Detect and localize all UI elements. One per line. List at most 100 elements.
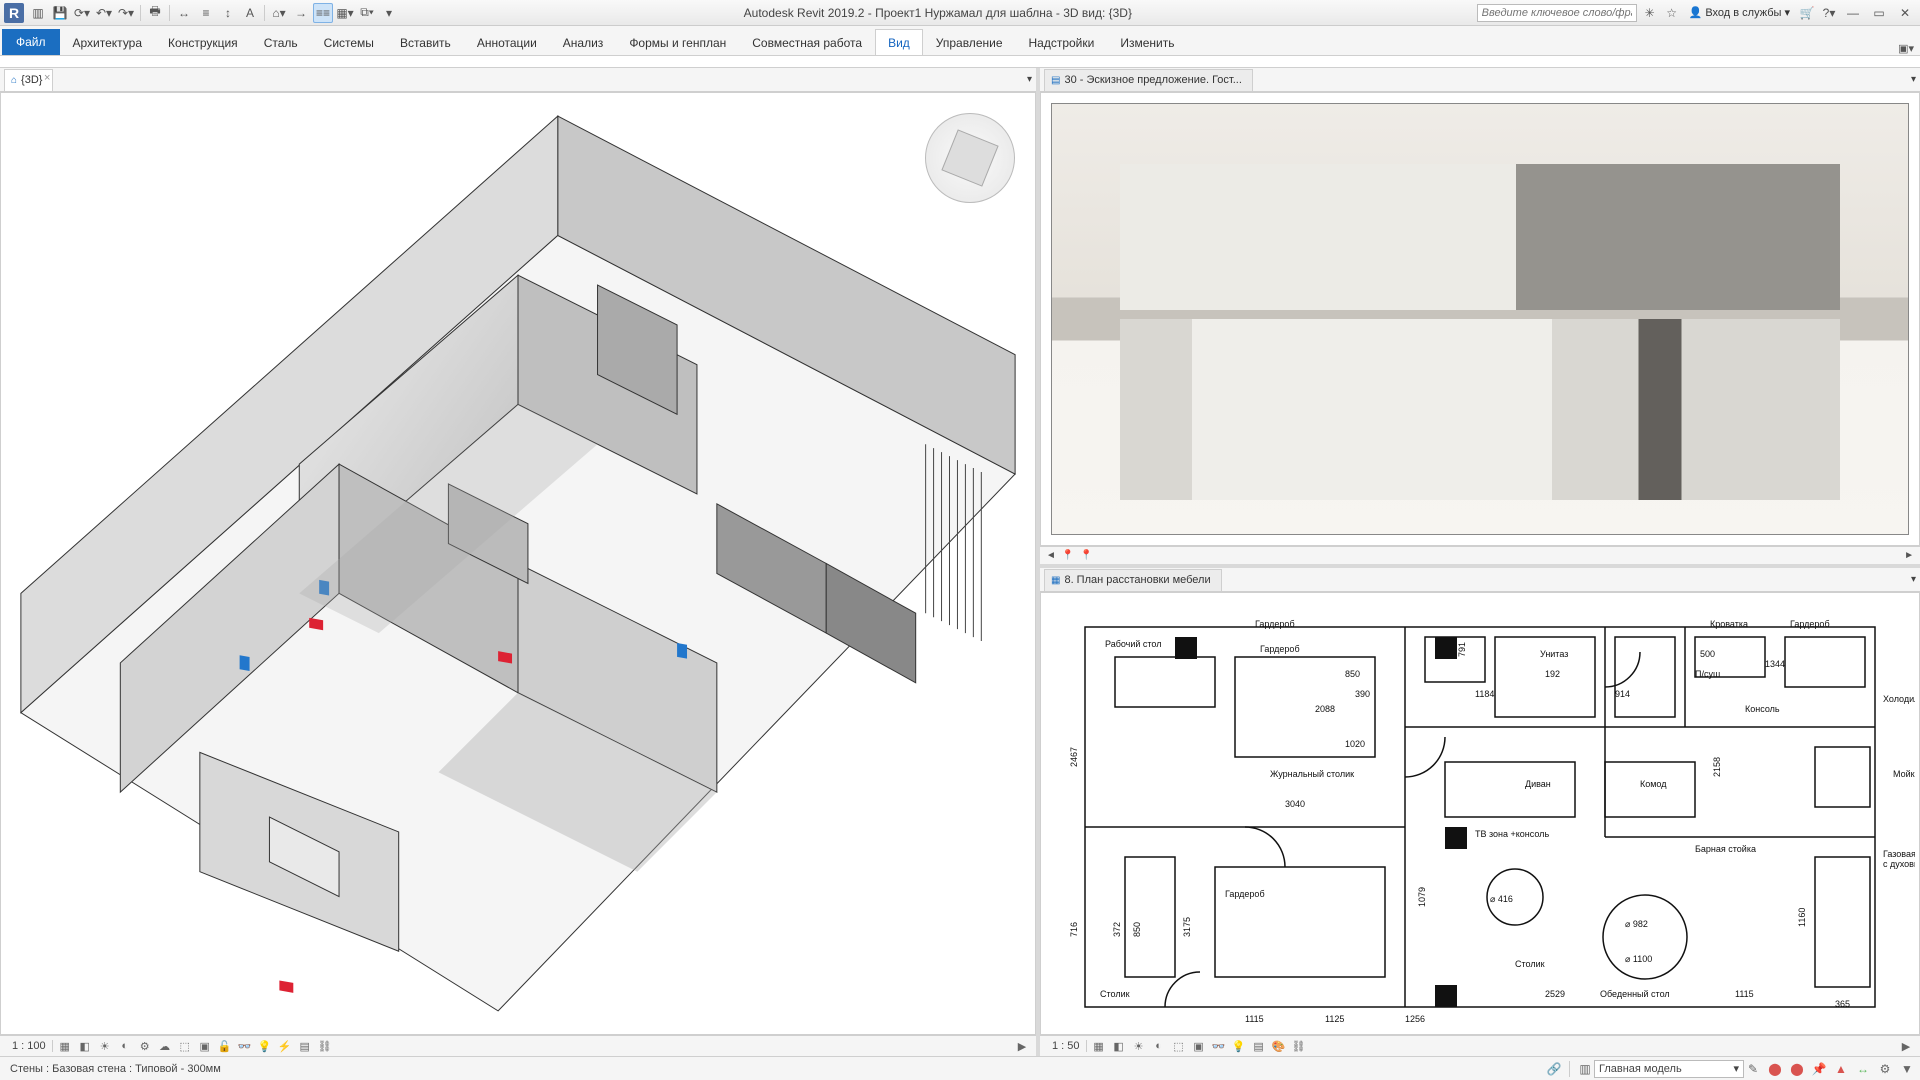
qat-align-icon[interactable]: ≡ <box>196 3 216 23</box>
analytical-icon[interactable]: ⚡ <box>277 1038 293 1054</box>
help-icon[interactable]: ?▾ <box>1820 4 1838 22</box>
exchange-apps-icon[interactable]: 🛒 <box>1798 4 1816 22</box>
ribbon-tab-systems[interactable]: Системы <box>311 29 387 55</box>
minimize-button[interactable]: — <box>1842 4 1864 22</box>
view-tab-3d[interactable]: ⌂ {3D} × <box>4 69 53 91</box>
ribbon-tab-collaborate[interactable]: Совместная работа <box>739 29 875 55</box>
nav-left-icon[interactable]: ◄ <box>1046 550 1056 561</box>
svg-text:192: 192 <box>1545 669 1560 679</box>
restore-button[interactable]: ▭ <box>1868 4 1890 22</box>
qat-redo-icon[interactable]: ↷▾ <box>116 3 136 23</box>
scroll-right-icon[interactable]: ▶ <box>1898 1038 1914 1054</box>
qat-default3d-icon[interactable]: ⌂▾ <box>269 3 289 23</box>
qat-dimension-icon[interactable]: ↕ <box>218 3 238 23</box>
panel-menu-icon[interactable]: ▾ <box>1911 574 1916 585</box>
render-dialog-icon[interactable]: ⚙ <box>137 1038 153 1054</box>
viewport-render[interactable] <box>1040 92 1920 546</box>
reveal-hidden-icon[interactable]: 💡 <box>1231 1038 1247 1054</box>
shadows-icon[interactable]: ◐ <box>1151 1038 1167 1054</box>
qat-thin-lines-icon[interactable]: ≡≡ <box>313 3 333 23</box>
qat-undo-icon[interactable]: ↶▾ <box>94 3 114 23</box>
select-links-icon[interactable]: 🔗 <box>1545 1060 1563 1078</box>
nav-marker-icon[interactable]: 📍 <box>1062 550 1074 561</box>
sun-path-icon[interactable]: ☀ <box>97 1038 113 1054</box>
svg-text:⌀ 1100: ⌀ 1100 <box>1625 954 1652 964</box>
view-scale[interactable]: 1 : 50 <box>1046 1040 1087 1052</box>
ribbon-tab-modify[interactable]: Изменить <box>1107 29 1187 55</box>
view-scale[interactable]: 1 : 100 <box>6 1040 53 1052</box>
reveal-constraints-icon[interactable]: ⛓ <box>317 1038 333 1054</box>
qat-switch-window-icon[interactable]: ⧉▾ <box>357 3 377 23</box>
search-input[interactable] <box>1477 4 1637 22</box>
shadows-icon[interactable]: ◐ <box>117 1038 133 1054</box>
detail-level-icon[interactable]: ▦ <box>57 1038 73 1054</box>
ribbon-tab-addins[interactable]: Надстройки <box>1016 29 1108 55</box>
view-tab-render-sheet[interactable]: ▤ 30 - Эскизное предложение. Гост... <box>1044 69 1253 91</box>
file-tab[interactable]: Файл <box>2 29 60 55</box>
crop-region-icon[interactable]: ▣ <box>1191 1038 1207 1054</box>
svg-text:390: 390 <box>1355 689 1370 699</box>
worksharing-display-icon[interactable]: ▤ <box>297 1038 313 1054</box>
viewport-3d[interactable] <box>0 92 1036 1035</box>
qat-customize-icon[interactable]: ▾ <box>379 3 399 23</box>
crop-view-icon[interactable]: ⬚ <box>177 1038 193 1054</box>
ribbon-tab-structure[interactable]: Конструкция <box>155 29 251 55</box>
select-pinned-icon[interactable]: 📌 <box>1810 1060 1828 1078</box>
panel-menu-icon[interactable]: ▾ <box>1911 74 1916 85</box>
color-fill-icon[interactable]: 🎨 <box>1271 1038 1287 1054</box>
favorite-icon[interactable]: ☆ <box>1663 4 1681 22</box>
infocenter-icon[interactable]: ✳ <box>1641 4 1659 22</box>
nav-right-icon[interactable]: ► <box>1904 550 1914 561</box>
detail-level-icon[interactable]: ▦ <box>1091 1038 1107 1054</box>
qat-open-icon[interactable]: ▥ <box>28 3 48 23</box>
temp-hide-icon[interactable]: 👓 <box>1211 1038 1227 1054</box>
temp-hide-icon[interactable]: 👓 <box>237 1038 253 1054</box>
ribbon-tab-steel[interactable]: Сталь <box>251 29 311 55</box>
qat-sync-icon[interactable]: ⟳▾ <box>72 3 92 23</box>
close-tab-icon[interactable]: × <box>44 72 50 84</box>
scroll-right-icon[interactable]: ▶ <box>1014 1038 1030 1054</box>
crop-region-icon[interactable]: ▣ <box>197 1038 213 1054</box>
ribbon-collapse-button[interactable]: ▣▾ <box>1898 42 1914 55</box>
close-button[interactable]: ✕ <box>1894 4 1916 22</box>
background-process-icon[interactable]: ⚙ <box>1876 1060 1894 1078</box>
exclude-option-icon[interactable]: ⬤ <box>1788 1060 1806 1078</box>
sign-in-button[interactable]: 👤Вход в службы ▾ <box>1685 6 1794 19</box>
qat-print-icon[interactable]: 🖶 <box>145 3 165 23</box>
visual-style-icon[interactable]: ◧ <box>77 1038 93 1054</box>
nav-marker2-icon[interactable]: 📍 <box>1080 550 1092 561</box>
select-face-icon[interactable]: ▲ <box>1832 1060 1850 1078</box>
qat-text-icon[interactable]: A <box>240 3 260 23</box>
qat-section-icon[interactable]: → <box>291 3 311 23</box>
filter-icon[interactable]: ▼ <box>1898 1060 1916 1078</box>
view-tab-floorplan[interactable]: ▦ 8. План расстановки мебели <box>1044 569 1222 591</box>
workset-dropdown[interactable]: Главная модель▾ <box>1594 1060 1744 1078</box>
ribbon-tab-view[interactable]: Вид <box>875 29 923 55</box>
ribbon-tab-annotate[interactable]: Аннотации <box>464 29 550 55</box>
reveal-constraints-icon[interactable]: ⛓ <box>1291 1038 1307 1054</box>
sun-path-icon[interactable]: ☀ <box>1131 1038 1147 1054</box>
reveal-hidden-icon[interactable]: 💡 <box>257 1038 273 1054</box>
qat-save-icon[interactable]: 💾 <box>50 3 70 23</box>
viewcube[interactable] <box>925 113 1015 203</box>
qat-measure-icon[interactable]: ↔ <box>174 3 194 23</box>
svg-text:1115: 1115 <box>1245 1014 1264 1024</box>
design-option-icon[interactable]: ⬤ <box>1766 1060 1784 1078</box>
drag-elements-icon[interactable]: ↔ <box>1854 1060 1872 1078</box>
crop-view-icon[interactable]: ⬚ <box>1171 1038 1187 1054</box>
svg-text:Рабочий стол: Рабочий стол <box>1105 639 1162 649</box>
visual-style-icon[interactable]: ◧ <box>1111 1038 1127 1054</box>
workset-icon[interactable]: ▥ <box>1576 1060 1594 1078</box>
ribbon-tab-insert[interactable]: Вставить <box>387 29 464 55</box>
ribbon-tab-architecture[interactable]: Архитектура <box>60 29 156 55</box>
worksharing-display-icon[interactable]: ▤ <box>1251 1038 1267 1054</box>
render-cloud-icon[interactable]: ☁ <box>157 1038 173 1054</box>
ribbon-tab-manage[interactable]: Управление <box>923 29 1016 55</box>
viewport-floorplan[interactable]: Рабочий стол Гардероб Гардероб Унитаз Кр… <box>1040 592 1920 1035</box>
ribbon-tab-massing[interactable]: Формы и генплан <box>616 29 739 55</box>
panel-menu-icon[interactable]: ▾ <box>1027 74 1032 85</box>
ribbon-tab-analyze[interactable]: Анализ <box>550 29 617 55</box>
qat-close-hidden-icon[interactable]: ▦▾ <box>335 3 355 23</box>
editable-only-icon[interactable]: ✎ <box>1744 1060 1762 1078</box>
unlock-3d-icon[interactable]: 🔓 <box>217 1038 233 1054</box>
